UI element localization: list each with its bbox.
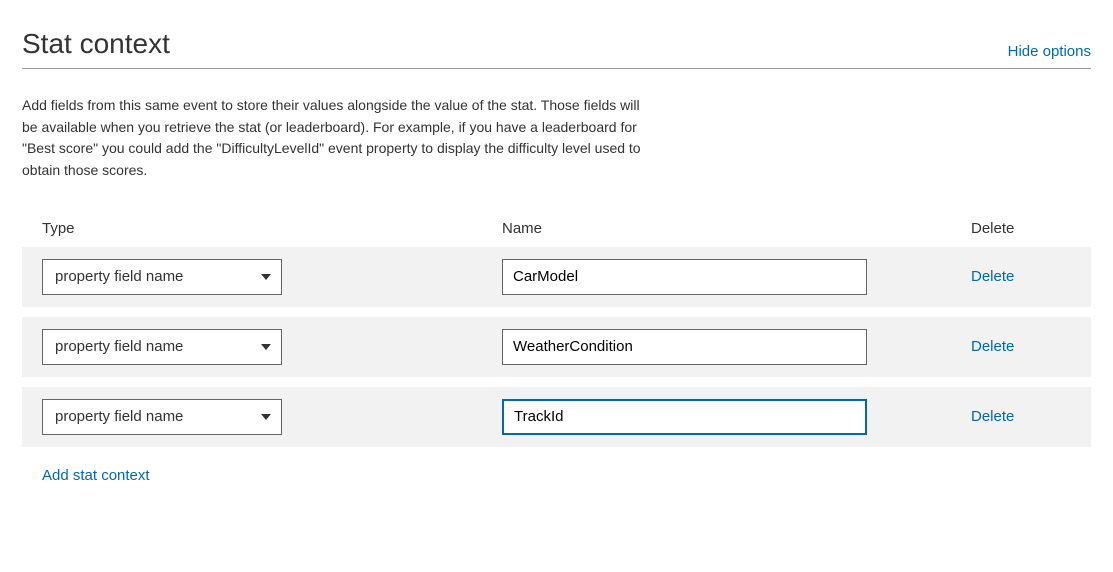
type-select-label: property field name (55, 338, 183, 355)
table-row: property field name Delete (22, 247, 1091, 307)
type-select-label: property field name (55, 268, 183, 285)
column-header-name: Name (502, 220, 971, 237)
delete-link[interactable]: Delete (971, 338, 1014, 355)
column-header-delete: Delete (971, 220, 1071, 237)
section-description: Add fields from this same event to store… (22, 95, 642, 182)
type-select[interactable]: property field name (42, 329, 282, 365)
table-header: Type Name Delete (22, 220, 1091, 247)
delete-link[interactable]: Delete (971, 268, 1014, 285)
table-row: property field name Delete (22, 317, 1091, 377)
table-row: property field name Delete (22, 387, 1091, 447)
name-input[interactable] (502, 399, 867, 435)
column-header-type: Type (42, 220, 502, 237)
delete-link[interactable]: Delete (971, 408, 1014, 425)
add-stat-context-link[interactable]: Add stat context (42, 467, 150, 484)
section-header: Stat context Hide options (22, 28, 1091, 69)
chevron-down-icon (261, 344, 271, 350)
rows-container: property field nameDeleteproperty field … (22, 247, 1091, 447)
name-input[interactable] (502, 329, 867, 365)
page-title: Stat context (22, 28, 170, 60)
name-input[interactable] (502, 259, 867, 295)
type-select[interactable]: property field name (42, 259, 282, 295)
type-select[interactable]: property field name (42, 399, 282, 435)
chevron-down-icon (261, 414, 271, 420)
hide-options-link[interactable]: Hide options (1008, 43, 1091, 60)
type-select-label: property field name (55, 408, 183, 425)
chevron-down-icon (261, 274, 271, 280)
